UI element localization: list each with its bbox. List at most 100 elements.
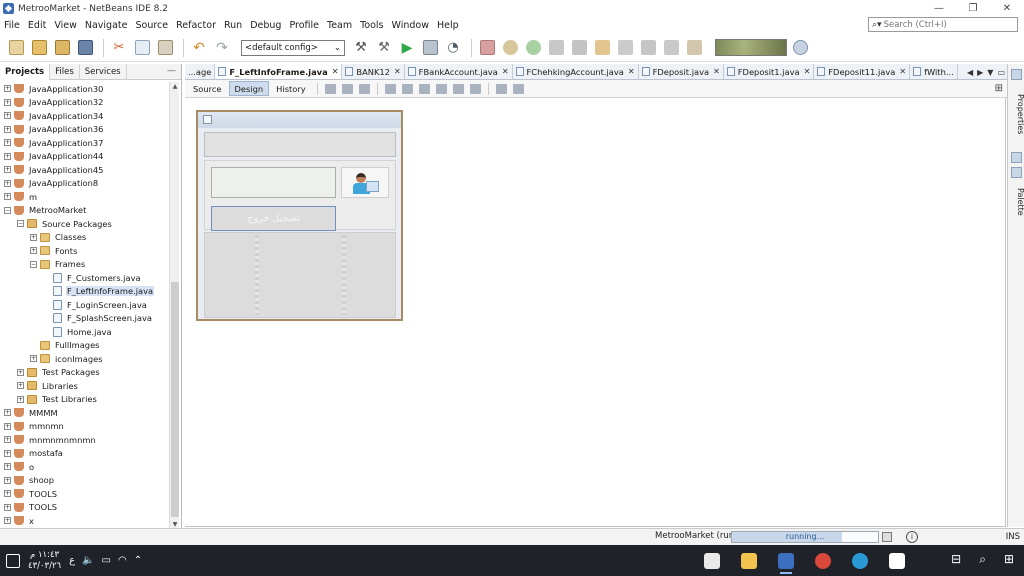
- selection-mode-icon[interactable]: [324, 83, 336, 94]
- tab-design[interactable]: Design: [228, 81, 270, 96]
- menu-debug[interactable]: Debug: [246, 20, 285, 31]
- show-opened-documents-icon[interactable]: ▼: [987, 68, 993, 77]
- start-menu-icon[interactable]: ⊞: [1004, 552, 1014, 567]
- step-over-expression-icon[interactable]: [569, 38, 589, 58]
- close-tab-icon[interactable]: ✕: [899, 67, 906, 76]
- search-input[interactable]: [883, 19, 1004, 30]
- tree-item[interactable]: + mmnmn: [0, 420, 170, 434]
- tree-item[interactable]: FullImages: [0, 339, 170, 353]
- menu-source[interactable]: Source: [131, 20, 172, 31]
- expand-toggle-icon[interactable]: +: [17, 395, 24, 403]
- action-center-icon[interactable]: [6, 553, 20, 568]
- menu-refactor[interactable]: Refactor: [172, 20, 220, 31]
- tree-item[interactable]: + o: [0, 460, 170, 474]
- editor-tab[interactable]: FDeposit.java ✕: [639, 64, 724, 79]
- step-out-icon[interactable]: [615, 38, 635, 58]
- center-vertically-icon[interactable]: [469, 83, 481, 94]
- continue-icon[interactable]: [523, 38, 543, 58]
- editor-tab[interactable]: FDeposit11.java ✕: [814, 64, 911, 79]
- editor-tab[interactable]: BANK12 ✕: [342, 64, 405, 79]
- menu-run[interactable]: Run: [220, 20, 246, 31]
- tree-item[interactable]: + JavaApplication36: [0, 123, 170, 137]
- expand-toggle-icon[interactable]: +: [30, 355, 37, 363]
- tree-item[interactable]: + JavaApplication37: [0, 136, 170, 150]
- tree-item[interactable]: + x: [0, 514, 170, 528]
- restore-button[interactable]: ❐: [956, 0, 990, 17]
- tree-item[interactable]: + Classes: [0, 231, 170, 245]
- volume-icon[interactable]: 🔈: [82, 555, 94, 566]
- tree-item[interactable]: + Fonts: [0, 244, 170, 258]
- close-tab-icon[interactable]: ✕: [713, 67, 720, 76]
- copy-icon[interactable]: [132, 38, 152, 58]
- paste-icon[interactable]: [155, 38, 175, 58]
- center-horizontally-icon[interactable]: [418, 83, 430, 94]
- open-project-icon[interactable]: [52, 38, 72, 58]
- collapse-toggle-icon[interactable]: −: [4, 206, 11, 214]
- editor-tab[interactable]: FDeposit1.java ✕: [724, 64, 815, 79]
- battery-icon[interactable]: ▭: [102, 555, 111, 566]
- close-tab-icon[interactable]: ✕: [502, 67, 509, 76]
- palette-dock-icon[interactable]: [1011, 167, 1022, 178]
- tree-item[interactable]: + Test Libraries: [0, 393, 170, 407]
- tree-item[interactable]: Home.java: [0, 325, 170, 339]
- finish-session-icon[interactable]: [477, 38, 497, 58]
- chrome-icon[interactable]: [810, 548, 836, 573]
- editor-tab[interactable]: F_LeftInfoFrame.java ✕: [215, 64, 343, 79]
- tree-item[interactable]: F_LoginScreen.java: [0, 298, 170, 312]
- close-tab-icon[interactable]: ✕: [628, 67, 635, 76]
- tree-item[interactable]: + shoop: [0, 474, 170, 488]
- expand-toggle-icon[interactable]: +: [4, 179, 11, 187]
- editor-tab[interactable]: FBankAccount.java ✕: [405, 64, 513, 79]
- run-to-cursor-icon[interactable]: [638, 38, 658, 58]
- expand-toggle-icon[interactable]: +: [4, 85, 11, 93]
- expand-toggle-icon[interactable]: +: [4, 166, 11, 174]
- tree-item[interactable]: + JavaApplication44: [0, 150, 170, 164]
- properties-dock-icon[interactable]: [1011, 69, 1022, 80]
- tree-item[interactable]: F_LeftInfoFrame.java: [0, 285, 170, 299]
- edge-icon[interactable]: [847, 548, 873, 573]
- minimize-button[interactable]: —: [922, 0, 956, 17]
- wifi-icon[interactable]: ◠: [118, 555, 127, 566]
- properties-dock-label[interactable]: Properties: [1008, 84, 1024, 144]
- user-info-label[interactable]: [211, 167, 336, 198]
- logout-button[interactable]: تسجيل خروج: [211, 206, 336, 231]
- tab-files[interactable]: Files: [50, 63, 80, 80]
- user-avatar-label[interactable]: [341, 167, 389, 198]
- expand-toggle-icon[interactable]: +: [4, 476, 11, 484]
- clean-build-icon[interactable]: ⚒: [374, 38, 394, 58]
- scroll-down-icon[interactable]: ▼: [170, 521, 180, 528]
- align-left-icon[interactable]: [384, 83, 396, 94]
- debug-icon[interactable]: [420, 38, 440, 58]
- menu-help[interactable]: Help: [433, 20, 463, 31]
- expand-toggle-icon[interactable]: +: [4, 125, 11, 133]
- editor-tab[interactable]: FChehkingAccount.java ✕: [513, 64, 639, 79]
- tab-source[interactable]: Source: [188, 81, 227, 96]
- tree-item[interactable]: + TOOLS: [0, 487, 170, 501]
- expand-toggle-icon[interactable]: +: [17, 368, 24, 376]
- tree-item[interactable]: + Libraries: [0, 379, 170, 393]
- menu-edit[interactable]: Edit: [24, 20, 50, 31]
- expand-toggle-icon[interactable]: +: [4, 193, 11, 201]
- expand-toggle-icon[interactable]: +: [4, 152, 11, 160]
- run-progress-bar[interactable]: running...: [731, 531, 879, 543]
- tree-item[interactable]: + MMMM: [0, 406, 170, 420]
- tree-scrollbar[interactable]: ▲ ▼: [169, 82, 179, 529]
- memory-usage-bar[interactable]: [715, 39, 787, 56]
- new-project-icon[interactable]: [29, 38, 49, 58]
- config-select[interactable]: <default config> ⌄: [241, 39, 345, 56]
- tree-item[interactable]: + mnmnmnmnmn: [0, 433, 170, 447]
- maximize-window-icon[interactable]: ▭: [997, 68, 1005, 77]
- collapse-toggle-icon[interactable]: −: [17, 220, 24, 228]
- expand-toggle-icon[interactable]: +: [4, 98, 11, 106]
- file-explorer-icon[interactable]: [736, 548, 762, 573]
- expand-toggle-icon[interactable]: +: [4, 503, 11, 511]
- bottom-panel[interactable]: [204, 232, 396, 318]
- tree-item[interactable]: + TOOLS: [0, 501, 170, 515]
- tree-item[interactable]: F_SplashScreen.java: [0, 312, 170, 326]
- store-icon[interactable]: [884, 548, 910, 573]
- collapse-toggle-icon[interactable]: −: [30, 260, 37, 268]
- align-right-icon[interactable]: [401, 83, 413, 94]
- menu-file[interactable]: File: [0, 20, 24, 31]
- cancel-process-icon[interactable]: [882, 532, 892, 542]
- align-top-icon[interactable]: [435, 83, 447, 94]
